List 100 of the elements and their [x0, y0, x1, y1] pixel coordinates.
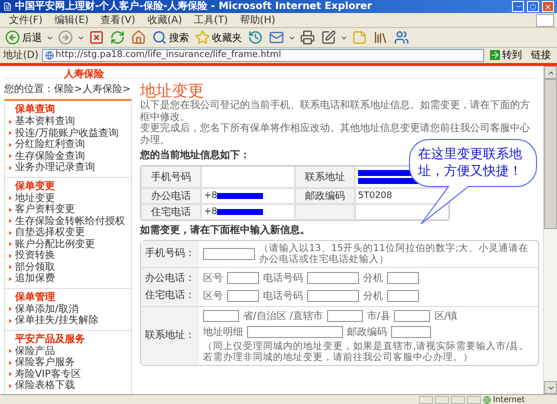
menu-item[interactable]: 收藏(A) — [141, 14, 188, 26]
area-code-input[interactable] — [227, 290, 259, 302]
favorites-button[interactable]: 收藏夹 — [193, 28, 244, 46]
menu-item[interactable]: 查看(V) — [94, 14, 142, 26]
phone-number-input[interactable] — [307, 290, 359, 302]
sidebar-link[interactable]: 生存保险金转帐给付授权 — [9, 216, 127, 227]
field-label: 联系地址： — [145, 328, 195, 343]
city-input[interactable] — [326, 310, 363, 322]
sidebar-heading: 平安产品及服务 — [14, 332, 86, 346]
go-button[interactable]: 转到 — [487, 48, 525, 62]
people-icon — [394, 30, 409, 45]
arrow-left-icon — [5, 30, 20, 45]
sidebar-link[interactable]: 保单挂失/挂失解除 — [9, 315, 127, 326]
section-heading: 如需变更，请在下面框中输入新信息。 — [140, 225, 310, 237]
field-label: 地址明细 — [203, 326, 243, 339]
close-icon — [544, 2, 552, 10]
sidebar-heading: 保单管理 — [14, 290, 56, 304]
field-label: 分机 — [363, 272, 383, 285]
back-button[interactable]: 后退 — [3, 28, 44, 46]
address-note: （同上仅受理同城内的地址变更，如果是直辖市,请视实际需要输入市/县。若需办理非同城的地址变更，请前往我公司客服中心办理。） — [203, 341, 530, 363]
envelope-icon — [269, 30, 284, 45]
sidebar-link[interactable]: 分红险红利查询 — [9, 139, 127, 150]
status-pane — [419, 396, 433, 404]
menu-item[interactable]: 工具(T) — [188, 14, 234, 26]
status-pane — [467, 396, 481, 404]
sidebar-heading: 保单变更 — [14, 180, 56, 192]
refresh-icon — [110, 30, 125, 45]
table-header-cell: 手机号码 — [141, 166, 201, 188]
site-tab[interactable]: 人寿保险 — [64, 69, 104, 80]
arrow-right-icon — [58, 30, 73, 45]
sidebar-link[interactable]: 保险表格下载 — [9, 380, 127, 392]
phone-number-input[interactable] — [307, 272, 359, 284]
mobile-input[interactable] — [203, 248, 255, 260]
extension-input[interactable] — [387, 290, 419, 302]
field-label: 分机 — [363, 290, 383, 303]
table-header-cell: 住宅电话 — [141, 204, 201, 220]
intro-text: 以下是您在我公司登记的当前手机、联系电话和联系地址信息。如需变更，请在下面的方框中修改。 — [140, 100, 531, 122]
menu-item[interactable]: 帮助(H) — [234, 14, 282, 26]
extension-input[interactable] — [387, 272, 419, 284]
section-heading: 您的当前地址信息如下： — [140, 150, 250, 162]
close-button[interactable] — [542, 1, 554, 12]
field-label: 区号 — [203, 290, 223, 303]
sidebar-link[interactable]: 追加保费 — [9, 273, 127, 284]
clock-icon — [248, 30, 263, 45]
links-button[interactable]: 链接 — [528, 48, 554, 62]
area-code-input[interactable] — [227, 272, 259, 284]
print-button[interactable] — [298, 28, 317, 46]
maximize-button[interactable] — [527, 1, 539, 12]
sidebar-link[interactable]: 保险客户服务 — [9, 357, 127, 368]
cell-value: 5T0208 — [358, 191, 392, 201]
menu-item[interactable]: 文件(F) — [3, 14, 49, 26]
field-label: 市/县 — [366, 310, 390, 323]
sidebar-link[interactable]: 自垫选择权变更 — [9, 227, 127, 238]
scroll-down-button[interactable] — [544, 381, 557, 394]
messenger-button[interactable] — [392, 28, 411, 46]
sidebar-link[interactable]: 保险产品 — [9, 346, 127, 357]
house-icon — [131, 30, 146, 45]
sidebar-link[interactable]: 投连/万能账户收益查询 — [9, 128, 127, 139]
minimize-button[interactable] — [512, 1, 524, 12]
search-button[interactable]: 搜索 — [150, 28, 191, 46]
scroll-up-button[interactable] — [544, 66, 557, 79]
books-icon — [373, 30, 388, 45]
sidebar-link[interactable]: 业务办理记录查询 — [9, 162, 127, 174]
sidebar-heading: 保单查询 — [14, 103, 56, 116]
province-input[interactable] — [203, 310, 239, 322]
sidebar-link[interactable]: 生存保险金查询 — [9, 150, 127, 162]
menu-item[interactable]: 编辑(E) — [48, 14, 95, 26]
table-header-cell: 办公电话 — [141, 188, 201, 204]
status-zone: Internet — [483, 395, 553, 404]
field-label: 住宅电话： — [145, 288, 195, 302]
sidebar-link[interactable]: 部分领取 — [9, 262, 127, 273]
status-pane — [435, 396, 449, 404]
sidebar-link[interactable]: 客户资料变更 — [9, 204, 127, 216]
home-button[interactable] — [129, 28, 148, 46]
sidebar-link[interactable]: 基本资料查询 — [9, 116, 127, 128]
arrow-right-icon — [490, 50, 500, 60]
printer-icon — [300, 30, 315, 45]
maximize-icon — [530, 4, 536, 10]
field-label: 省/自治区 /直辖市 — [243, 310, 323, 323]
address-field[interactable]: http://stg.pa18.com/life_insurance/life_frame.html — [42, 48, 484, 62]
status-pane — [451, 396, 465, 404]
breadcrumb: 您的位置：保险>人寿保险> — [4, 82, 132, 97]
postcode-input[interactable] — [391, 326, 431, 338]
globe-icon — [483, 396, 491, 404]
scroll-thumb[interactable] — [544, 79, 557, 229]
search-icon — [152, 30, 167, 45]
sidebar-link[interactable]: 投资转换 — [9, 250, 127, 262]
sidebar-link[interactable]: 地址变更 — [9, 192, 127, 204]
scrollbar[interactable] — [543, 66, 557, 394]
logo-placeholder — [536, 14, 554, 26]
sidebar-link[interactable]: 保单添加/取消 — [9, 304, 127, 315]
field-label: 手机号码： — [145, 246, 195, 261]
sidebar-link[interactable]: 账户分配比例变更 — [9, 238, 127, 250]
pen-icon — [321, 30, 336, 45]
district-input[interactable] — [394, 310, 430, 322]
field-label: 电话号码 — [263, 290, 303, 303]
address-input[interactable] — [247, 326, 343, 338]
cell-value: +8 — [204, 191, 218, 201]
address-label: 地址(D) — [3, 48, 39, 62]
sidebar-link[interactable]: 寿险VIP客专区 — [9, 368, 127, 380]
